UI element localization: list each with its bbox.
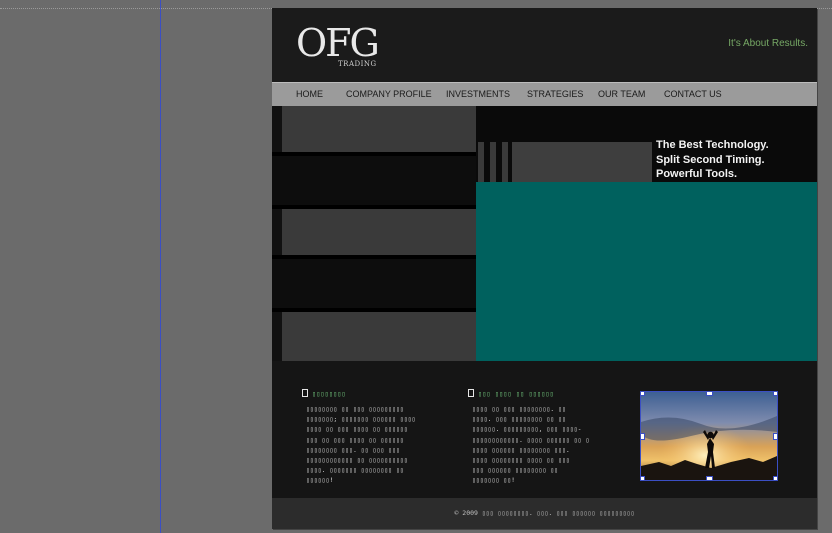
hero-banner: The Best Technology. Split Second Timing… (272, 106, 817, 361)
nav-our-team[interactable]: OUR TEAM (598, 89, 645, 99)
resize-handle[interactable] (773, 433, 777, 440)
hero-gray-block (512, 142, 652, 182)
hero-line (272, 308, 476, 312)
copyright-text: © 2009 ▯▯▯ ▯▯▯▯▯▯▯▯. ▯▯▯. ▯▯▯ ▯▯▯▯▯▯ ▯▯▯… (454, 509, 635, 517)
resize-handle[interactable] (641, 476, 645, 480)
nav-contact-us[interactable]: CONTACT US (664, 89, 722, 99)
nav-company-profile[interactable]: COMPANY PROFILE (346, 89, 432, 99)
bullet-icon (302, 389, 308, 397)
sunset-image (641, 392, 777, 480)
content-column-1: ▯▯▯▯▯▯▯▯ ▯▯▯▯▯▯▯▯ ▯▯ ▯▯▯ ▯▯▯▯▯▯▯▯▯ ▯▯▯▯▯… (302, 389, 432, 486)
nav-home[interactable]: HOME (296, 89, 323, 99)
nav-investments[interactable]: INVESTMENTS (446, 89, 510, 99)
resize-handle[interactable] (773, 476, 777, 480)
column-heading: ▯▯▯▯▯▯▯▯ (302, 389, 432, 398)
content-section: ▯▯▯▯▯▯▯▯ ▯▯▯▯▯▯▯▯ ▯▯ ▯▯▯ ▯▯▯▯▯▯▯▯▯ ▯▯▯▯▯… (272, 361, 817, 498)
column-body: ▯▯▯▯▯▯▯▯ ▯▯ ▯▯▯ ▯▯▯▯▯▯▯▯▯ ▯▯▯▯▯▯▯; ▯▯▯▯▯… (306, 405, 416, 485)
tagline: It's About Results. (728, 38, 808, 49)
hero-line-1: The Best Technology. (656, 139, 769, 151)
hero-bar (490, 142, 496, 182)
resize-handle[interactable] (706, 392, 713, 396)
hero-line-2: Split Second Timing. (656, 153, 765, 166)
hero-line (272, 205, 476, 209)
hero-bar (478, 142, 484, 182)
resize-handle[interactable] (706, 476, 713, 480)
hero-bar (502, 142, 508, 182)
hero-line-3: Powerful Tools. (656, 168, 738, 180)
nav-strategies[interactable]: STRATEGIES (527, 89, 583, 99)
content-column-2: ▯▯▯ ▯▯▯▯ ▯▯ ▯▯▯▯▯▯ ▯▯▯▯ ▯▯ ▯▯▯ ▯▯▯▯▯▯▯▯.… (468, 389, 598, 486)
hero-teal-panel (476, 182, 817, 361)
site-header: OFG TRADING It's About Results. (272, 8, 817, 82)
resize-handle[interactable] (641, 433, 645, 440)
column-heading: ▯▯▯ ▯▯▯▯ ▯▯ ▯▯▯▯▯▯ (468, 389, 598, 398)
hero-stripe-lower (272, 258, 476, 310)
hero-left-panel (282, 106, 476, 361)
logo[interactable]: OFG TRADING (296, 22, 380, 72)
nav-bar: HOME COMPANY PROFILE INVESTMENTS STRATEG… (272, 82, 817, 107)
artboard: OFG TRADING It's About Results. HOME COM… (272, 8, 817, 529)
hero-line (272, 152, 476, 156)
hero-line (272, 255, 476, 259)
logo-mark: OFG (296, 21, 380, 65)
resize-handle[interactable] (773, 392, 777, 396)
site-footer: © 2009 ▯▯▯ ▯▯▯▯▯▯▯▯. ▯▯▯. ▯▯▯ ▯▯▯▯▯▯ ▯▯▯… (272, 498, 817, 529)
hero-headline: The Best Technology. Split Second Timing… (656, 138, 769, 182)
resize-handle[interactable] (641, 392, 645, 396)
logo-subtitle: TRADING (338, 60, 377, 68)
column-body: ▯▯▯▯ ▯▯ ▯▯▯ ▯▯▯▯▯▯▯▯. ▯▯ ▯▯▯▯. ▯▯▯ ▯▯▯▯▯… (472, 405, 590, 485)
bullet-icon (468, 389, 474, 397)
sunset-photo[interactable] (640, 391, 778, 481)
vertical-guide (160, 0, 161, 533)
hero-stripe-upper (272, 155, 476, 207)
